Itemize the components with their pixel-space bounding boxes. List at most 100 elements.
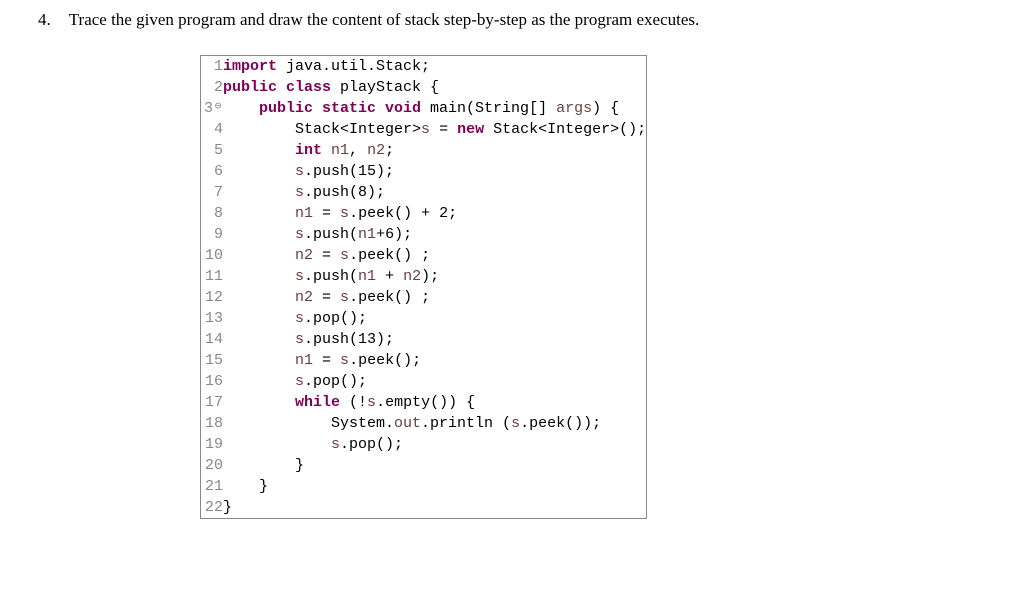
code-token: s [295,184,304,201]
line-number: 3⊖ [201,98,223,119]
line-number: 9 [201,224,223,245]
code-token: main(String[] [430,100,556,117]
code-content: int n1, n2; [223,140,646,161]
code-token: Stack<Integer> [223,121,421,138]
line-number: 13 [201,308,223,329]
code-token: .push(13); [304,331,394,348]
code-token: n1 [358,268,376,285]
code-token [223,436,331,453]
page-container: 4. Trace the given program and draw the c… [0,0,1024,534]
code-token: s [511,415,520,432]
code-token: s [340,289,349,306]
code-line: 15 n1 = s.peek(); [201,350,646,371]
code-token [223,331,295,348]
question-number: 4. [38,10,51,30]
line-number: 8 [201,203,223,224]
line-number: 22 [201,497,223,518]
code-token: .peek(); [349,352,421,369]
code-line: 16 s.pop(); [201,371,646,392]
code-token: s [340,247,349,264]
code-content: s.push(13); [223,329,646,350]
code-line: 6 s.push(15); [201,161,646,182]
code-token: .peek() ; [349,247,430,264]
code-token [223,226,295,243]
code-token [223,394,295,411]
code-token: s [340,352,349,369]
code-token: (! [349,394,367,411]
code-token: } [223,478,268,495]
code-content: s.pop(); [223,308,646,329]
code-token: java.util.Stack; [286,58,430,75]
line-number: 12 [201,287,223,308]
code-line: 18 System.out.println (s.peek()); [201,413,646,434]
code-token: .println ( [421,415,511,432]
code-token: ) { [592,100,619,117]
line-number: 16 [201,371,223,392]
code-token: .pop(); [304,310,367,327]
code-content: s.push(n1 + n2); [223,266,646,287]
code-token: .peek()); [520,415,601,432]
code-token: = [430,121,457,138]
code-line: 10 n2 = s.peek() ; [201,245,646,266]
code-token: .push(15); [304,163,394,180]
code-token: } [223,457,304,474]
code-table: 1import java.util.Stack;2public class pl… [201,56,646,518]
line-number: 17 [201,392,223,413]
code-line: 19 s.pop(); [201,434,646,455]
line-number: 21 [201,476,223,497]
code-content: s.pop(); [223,371,646,392]
line-number: 14 [201,329,223,350]
code-token: n2 [367,142,385,159]
code-line: 21 } [201,476,646,497]
code-token: s [367,394,376,411]
code-token: s [295,373,304,390]
code-token: .pop(); [304,373,367,390]
code-line: 1import java.util.Stack; [201,56,646,77]
fold-icon: ⊖ [213,100,223,115]
code-content: public static void main(String[] args) { [223,98,646,119]
code-content: n2 = s.peek() ; [223,245,646,266]
code-token: args [556,100,592,117]
code-token: .empty()) { [376,394,475,411]
code-content: n1 = s.peek() + 2; [223,203,646,224]
code-token: + [376,268,403,285]
code-token: } [223,499,232,516]
code-token: n1 [295,352,313,369]
code-content: } [223,497,646,518]
code-token: playStack { [340,79,439,96]
code-token: .pop(); [340,436,403,453]
code-token [223,247,295,264]
code-block-container: 1import java.util.Stack;2public class pl… [200,55,647,519]
line-number: 19 [201,434,223,455]
question-body: Trace the given program and draw the con… [69,10,700,29]
code-token: .peek() ; [349,289,430,306]
line-number: 4 [201,119,223,140]
code-token: n1 [331,142,349,159]
code-token [223,100,259,117]
code-token [223,268,295,285]
code-token: ; [385,142,394,159]
code-line: 2public class playStack { [201,77,646,98]
code-content: while (!s.empty()) { [223,392,646,413]
code-token: new [457,121,493,138]
code-line: 20 } [201,455,646,476]
code-line: 13 s.pop(); [201,308,646,329]
code-token: = [313,205,340,222]
code-line: 8 n1 = s.peek() + 2; [201,203,646,224]
code-token [223,310,295,327]
code-content: public class playStack { [223,77,646,98]
code-token: while [295,394,349,411]
code-token: s [295,331,304,348]
code-token: ); [421,268,439,285]
code-token: n2 [295,289,313,306]
code-content: import java.util.Stack; [223,56,646,77]
code-line: 5 int n1, n2; [201,140,646,161]
code-token [223,184,295,201]
code-token: +6); [376,226,412,243]
code-token: .push(8); [304,184,385,201]
code-token: n1 [295,205,313,222]
code-token: n2 [295,247,313,264]
code-line: 4 Stack<Integer>s = new Stack<Integer>()… [201,119,646,140]
code-token [223,205,295,222]
code-content: s.push(15); [223,161,646,182]
